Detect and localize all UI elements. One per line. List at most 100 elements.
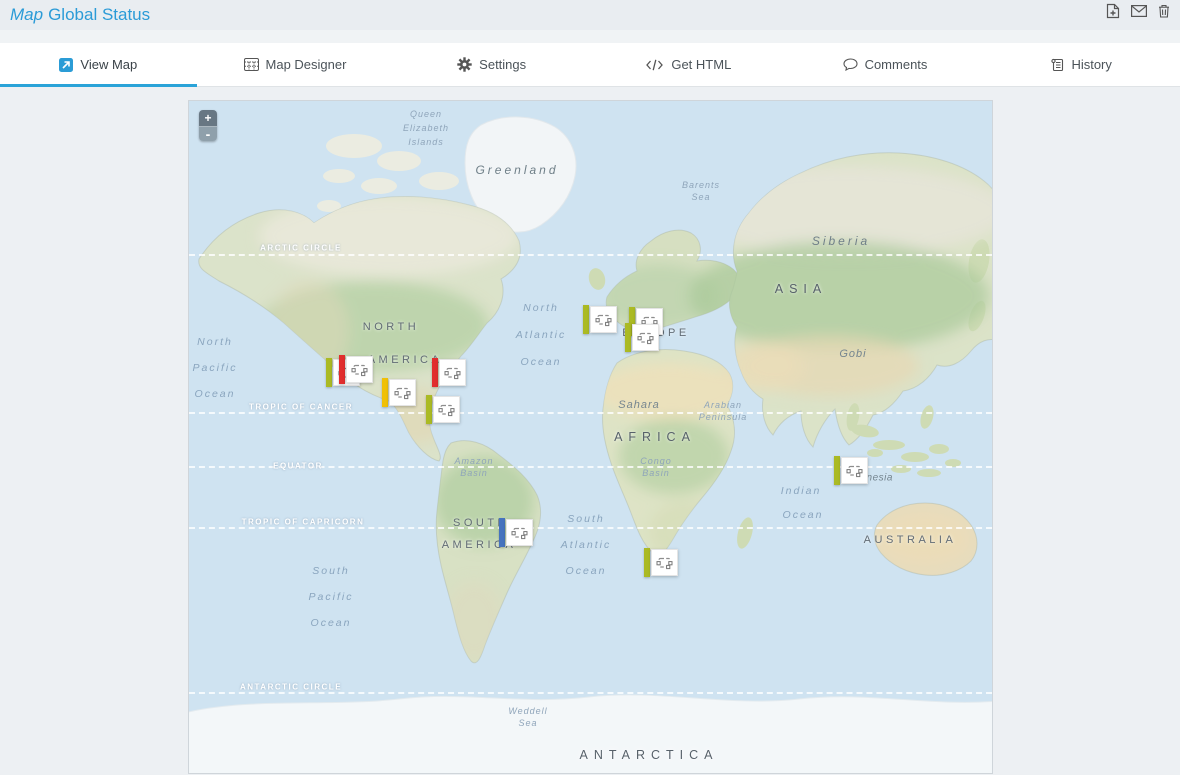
grid-icon	[244, 58, 259, 71]
map-label-arctic-circle: ARCTIC CIRCLE	[260, 244, 342, 253]
map-label-asia: ASIA	[775, 282, 828, 296]
history-icon	[1051, 58, 1064, 72]
tab-view-map[interactable]: View Map	[0, 43, 197, 86]
marker-status-bar	[326, 358, 332, 387]
map-label-ocean: Ocean	[566, 565, 607, 577]
gear-icon	[457, 57, 472, 72]
comment-icon	[843, 58, 858, 71]
map-marker-critical[interactable]	[339, 355, 373, 384]
map-label-weddell: Weddell	[508, 706, 547, 716]
world-map[interactable]: QueenElizabethIslandsGreenlandBarentsSea…	[188, 100, 993, 774]
broken-image-icon	[590, 306, 617, 333]
map-marker-critical[interactable]	[432, 358, 466, 387]
map-label-queen: Queen	[410, 109, 442, 119]
map-label-tropic-of-capricorn: TROPIC OF CAPRICORN	[242, 518, 365, 527]
tab-get-html[interactable]: Get HTML	[590, 43, 787, 86]
content-area: QueenElizabethIslandsGreenlandBarentsSea…	[0, 87, 1180, 774]
app-header: Map Global Status	[0, 0, 1180, 30]
page-title-name: Global Status	[48, 5, 150, 24]
marker-status-bar	[426, 395, 432, 424]
map-label-amazon: Amazon	[454, 456, 493, 466]
tab-map-designer[interactable]: Map Designer	[197, 43, 394, 86]
map-label-sea: Sea	[518, 718, 537, 728]
map-zoom-control: + -	[199, 110, 217, 141]
map-label-south: South	[312, 565, 349, 577]
broken-image-icon	[841, 457, 868, 484]
code-icon	[645, 59, 664, 71]
map-label-pacific: Pacific	[193, 362, 238, 374]
marker-status-bar	[339, 355, 345, 384]
latitude-line	[189, 692, 992, 694]
add-document-icon[interactable]	[1106, 3, 1120, 19]
tab-settings[interactable]: Settings	[393, 43, 590, 86]
broken-image-icon	[389, 379, 416, 406]
zoom-in-button[interactable]: +	[199, 110, 217, 126]
tab-label: Get HTML	[671, 57, 731, 72]
tab-label: View Map	[80, 57, 137, 72]
map-marker-ok[interactable]	[644, 548, 678, 577]
map-label-sea: Sea	[691, 192, 710, 202]
map-label-atlantic: Atlantic	[561, 539, 611, 551]
map-label-indian: Indian	[781, 485, 822, 497]
map-marker-ok[interactable]	[834, 456, 868, 485]
map-label-ocean: Ocean	[521, 356, 562, 368]
map-label-atlantic: Atlantic	[516, 329, 566, 341]
marker-status-bar	[583, 305, 589, 334]
map-label-sahara: Sahara	[618, 399, 659, 411]
map-label-north: North	[197, 336, 233, 348]
latitude-line	[189, 254, 992, 256]
map-label-ocean: Ocean	[195, 388, 236, 400]
map-label-gobi: Gobi	[839, 348, 866, 360]
tab-label: Map Designer	[266, 57, 347, 72]
map-label-antarctica: ANTARCTICA	[580, 748, 719, 762]
broken-image-icon	[433, 396, 460, 423]
zoom-out-button[interactable]: -	[199, 126, 217, 141]
page-title-type: Map	[10, 5, 43, 24]
map-label-tropic-of-cancer: TROPIC OF CANCER	[249, 403, 353, 412]
map-label-peninsula: Peninsula	[699, 412, 748, 422]
map-label-africa: AFRICA	[614, 430, 696, 444]
map-label-ocean: Ocean	[783, 509, 824, 521]
map-label-greenland: Greenland	[475, 163, 558, 177]
map-marker-ok[interactable]	[625, 323, 659, 352]
map-label-arabian: Arabian	[704, 400, 742, 410]
marker-status-bar	[834, 456, 840, 485]
marker-status-bar	[499, 518, 505, 547]
map-label-basin: Basin	[460, 468, 488, 478]
map-label-ocean: Ocean	[311, 617, 352, 629]
map-label-elizabeth: Elizabeth	[403, 123, 449, 133]
broken-image-icon	[346, 356, 373, 383]
tab-history[interactable]: History	[983, 43, 1180, 86]
map-label-australia: AUSTRALIA	[864, 534, 957, 546]
map-fade-overlay	[189, 101, 992, 773]
view-map-icon	[59, 58, 73, 72]
map-label-south: South	[567, 513, 604, 525]
tab-comments[interactable]: Comments	[787, 43, 984, 86]
page-title: Map Global Status	[10, 5, 150, 25]
map-label-north: North	[523, 302, 559, 314]
marker-status-bar	[644, 548, 650, 577]
delete-icon[interactable]	[1158, 4, 1170, 18]
marker-status-bar	[625, 323, 631, 352]
header-actions	[1106, 3, 1170, 19]
map-label-islands: Islands	[408, 137, 444, 147]
broken-image-icon	[651, 549, 678, 576]
tab-spacer	[0, 30, 1180, 43]
map-label-antarctic-circle: ANTARCTIC CIRCLE	[240, 683, 342, 692]
map-marker-info[interactable]	[499, 518, 533, 547]
tab-label: Settings	[479, 57, 526, 72]
map-label-basin: Basin	[642, 468, 670, 478]
email-icon[interactable]	[1131, 5, 1147, 17]
map-label-pacific: Pacific	[309, 591, 354, 603]
map-label-equator: EQUATOR	[273, 462, 323, 471]
marker-status-bar	[432, 358, 438, 387]
map-marker-warning[interactable]	[382, 378, 416, 407]
marker-status-bar	[382, 378, 388, 407]
map-marker-ok[interactable]	[426, 395, 460, 424]
latitude-line	[189, 412, 992, 414]
tab-label: History	[1071, 57, 1111, 72]
tab-label: Comments	[865, 57, 928, 72]
map-marker-ok[interactable]	[583, 305, 617, 334]
map-label-congo: Congo	[640, 456, 672, 466]
broken-image-icon	[506, 519, 533, 546]
